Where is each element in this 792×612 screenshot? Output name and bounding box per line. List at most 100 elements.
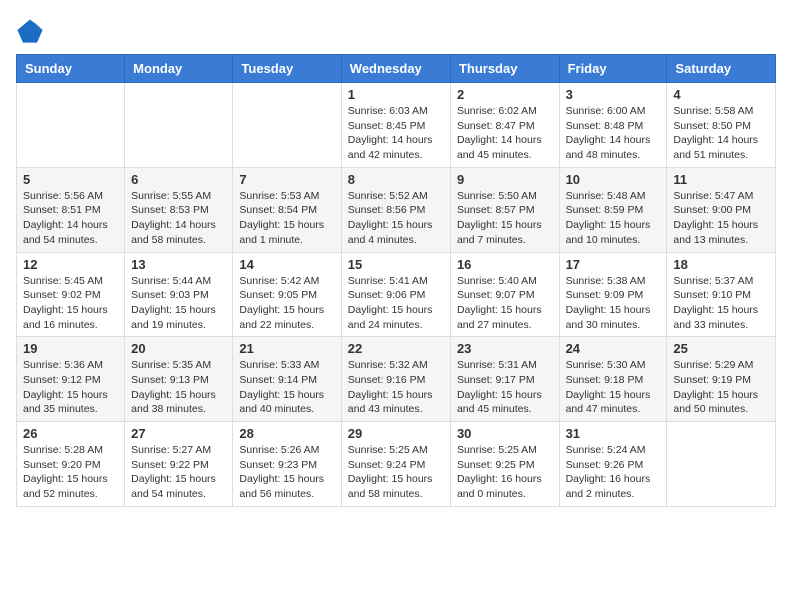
calendar-cell: 21Sunrise: 5:33 AM Sunset: 9:14 PM Dayli… bbox=[233, 337, 341, 422]
day-number: 20 bbox=[131, 341, 226, 356]
day-number: 22 bbox=[348, 341, 444, 356]
logo bbox=[16, 16, 44, 44]
calendar-cell: 2 Sunrise: 6:02 AM Sunset: 8:47 PM Daylig… bbox=[450, 83, 559, 168]
calendar-cell: 15 Sunrise: 5:41 AM Sunset: 9:06 PM Dayli… bbox=[341, 252, 450, 337]
day-number: 27 bbox=[131, 426, 226, 441]
day-number: 26 bbox=[23, 426, 118, 441]
calendar-cell: 20 Sunrise: 5:35 AM Sunset: 9:13 PM Dayli… bbox=[125, 337, 233, 422]
calendar-cell: 27Sunrise: 5:27 AM Sunset: 9:22 PM Dayli… bbox=[125, 422, 233, 507]
day-info: Sunrise: 5:38 AM Sunset: 9:09 PM Dayligh… bbox=[566, 274, 661, 333]
day-number: 14 bbox=[239, 257, 334, 272]
header bbox=[16, 16, 776, 44]
day-info: Sunrise: 5:55 AM Sunset: 8:53 PM Dayligh… bbox=[131, 189, 226, 248]
day-number: 11 bbox=[673, 172, 769, 187]
day-number: 31 bbox=[566, 426, 661, 441]
calendar-week-3: 12 Sunrise: 5:45 AM Sunset: 9:02 PM Dayli… bbox=[17, 252, 776, 337]
day-info: Sunrise: 5:37 AM Sunset: 9:10 PM Dayligh… bbox=[673, 274, 769, 333]
day-info: Sunrise: 5:44 AM Sunset: 9:03 PM Dayligh… bbox=[131, 274, 226, 333]
weekday-header-saturday: Saturday bbox=[667, 55, 776, 83]
calendar-cell: 23 Sunrise: 5:31 AM Sunset: 9:17 PM Dayli… bbox=[450, 337, 559, 422]
calendar-cell: 28 Sunrise: 5:26 AM Sunset: 9:23 PM Dayli… bbox=[233, 422, 341, 507]
weekday-header-thursday: Thursday bbox=[450, 55, 559, 83]
day-number: 23 bbox=[457, 341, 553, 356]
calendar-cell: 5Sunrise: 5:56 AM Sunset: 8:51 PM Daylig… bbox=[17, 167, 125, 252]
calendar-cell: 29Sunrise: 5:25 AM Sunset: 9:24 PM Dayli… bbox=[341, 422, 450, 507]
day-number: 13 bbox=[131, 257, 226, 272]
calendar-cell: 8 Sunrise: 5:52 AM Sunset: 8:56 PM Daylig… bbox=[341, 167, 450, 252]
calendar-cell: 30 Sunrise: 5:25 AM Sunset: 9:25 PM Dayli… bbox=[450, 422, 559, 507]
day-number: 28 bbox=[239, 426, 334, 441]
day-info: Sunrise: 5:25 AM Sunset: 9:24 PM Dayligh… bbox=[348, 443, 444, 502]
calendar-cell: 4 Sunrise: 5:58 AM Sunset: 8:50 PM Daylig… bbox=[667, 83, 776, 168]
day-number: 16 bbox=[457, 257, 553, 272]
day-info: Sunrise: 5:30 AM Sunset: 9:18 PM Dayligh… bbox=[566, 358, 661, 417]
day-info: Sunrise: 5:35 AM Sunset: 9:13 PM Dayligh… bbox=[131, 358, 226, 417]
day-number: 15 bbox=[348, 257, 444, 272]
day-number: 3 bbox=[566, 87, 661, 102]
generalblue-logo-icon bbox=[16, 16, 44, 44]
day-number: 19 bbox=[23, 341, 118, 356]
day-number: 8 bbox=[348, 172, 444, 187]
weekday-header-tuesday: Tuesday bbox=[233, 55, 341, 83]
day-info: Sunrise: 5:56 AM Sunset: 8:51 PM Dayligh… bbox=[23, 189, 118, 248]
day-number: 2 bbox=[457, 87, 553, 102]
day-info: Sunrise: 5:32 AM Sunset: 9:16 PM Dayligh… bbox=[348, 358, 444, 417]
day-info: Sunrise: 5:45 AM Sunset: 9:02 PM Dayligh… bbox=[23, 274, 118, 333]
day-info: Sunrise: 5:36 AM Sunset: 9:12 PM Dayligh… bbox=[23, 358, 118, 417]
day-number: 24 bbox=[566, 341, 661, 356]
day-info: Sunrise: 5:52 AM Sunset: 8:56 PM Dayligh… bbox=[348, 189, 444, 248]
calendar-week-1: 1Sunrise: 6:03 AM Sunset: 8:45 PM Daylig… bbox=[17, 83, 776, 168]
weekday-header-row: SundayMondayTuesdayWednesdayThursdayFrid… bbox=[17, 55, 776, 83]
calendar-cell: 13 Sunrise: 5:44 AM Sunset: 9:03 PM Dayli… bbox=[125, 252, 233, 337]
calendar-week-4: 19 Sunrise: 5:36 AM Sunset: 9:12 PM Dayli… bbox=[17, 337, 776, 422]
calendar-cell: 26 Sunrise: 5:28 AM Sunset: 9:20 PM Dayli… bbox=[17, 422, 125, 507]
calendar-cell bbox=[233, 83, 341, 168]
calendar-cell: 22 Sunrise: 5:32 AM Sunset: 9:16 PM Dayli… bbox=[341, 337, 450, 422]
calendar-cell: 11 Sunrise: 5:47 AM Sunset: 9:00 PM Dayli… bbox=[667, 167, 776, 252]
calendar-cell: 25 Sunrise: 5:29 AM Sunset: 9:19 PM Dayli… bbox=[667, 337, 776, 422]
calendar-cell: 1Sunrise: 6:03 AM Sunset: 8:45 PM Daylig… bbox=[341, 83, 450, 168]
day-info: Sunrise: 5:42 AM Sunset: 9:05 PM Dayligh… bbox=[239, 274, 334, 333]
day-info: Sunrise: 5:41 AM Sunset: 9:06 PM Dayligh… bbox=[348, 274, 444, 333]
day-info: Sunrise: 6:02 AM Sunset: 8:47 PM Dayligh… bbox=[457, 104, 553, 163]
day-info: Sunrise: 5:47 AM Sunset: 9:00 PM Dayligh… bbox=[673, 189, 769, 248]
calendar-cell: 18 Sunrise: 5:37 AM Sunset: 9:10 PM Dayli… bbox=[667, 252, 776, 337]
day-info: Sunrise: 5:48 AM Sunset: 8:59 PM Dayligh… bbox=[566, 189, 661, 248]
day-number: 12 bbox=[23, 257, 118, 272]
day-info: Sunrise: 5:50 AM Sunset: 8:57 PM Dayligh… bbox=[457, 189, 553, 248]
calendar-week-2: 5Sunrise: 5:56 AM Sunset: 8:51 PM Daylig… bbox=[17, 167, 776, 252]
calendar-cell: 12 Sunrise: 5:45 AM Sunset: 9:02 PM Dayli… bbox=[17, 252, 125, 337]
day-info: Sunrise: 6:03 AM Sunset: 8:45 PM Dayligh… bbox=[348, 104, 444, 163]
calendar-cell: 24 Sunrise: 5:30 AM Sunset: 9:18 PM Dayli… bbox=[559, 337, 667, 422]
day-number: 30 bbox=[457, 426, 553, 441]
calendar-cell: 9Sunrise: 5:50 AM Sunset: 8:57 PM Daylig… bbox=[450, 167, 559, 252]
day-info: Sunrise: 6:00 AM Sunset: 8:48 PM Dayligh… bbox=[566, 104, 661, 163]
day-info: Sunrise: 5:29 AM Sunset: 9:19 PM Dayligh… bbox=[673, 358, 769, 417]
calendar-cell bbox=[667, 422, 776, 507]
calendar-cell: 31Sunrise: 5:24 AM Sunset: 9:26 PM Dayli… bbox=[559, 422, 667, 507]
weekday-header-wednesday: Wednesday bbox=[341, 55, 450, 83]
day-info: Sunrise: 5:58 AM Sunset: 8:50 PM Dayligh… bbox=[673, 104, 769, 163]
day-info: Sunrise: 5:40 AM Sunset: 9:07 PM Dayligh… bbox=[457, 274, 553, 333]
day-info: Sunrise: 5:26 AM Sunset: 9:23 PM Dayligh… bbox=[239, 443, 334, 502]
day-number: 4 bbox=[673, 87, 769, 102]
weekday-header-monday: Monday bbox=[125, 55, 233, 83]
day-info: Sunrise: 5:53 AM Sunset: 8:54 PM Dayligh… bbox=[239, 189, 334, 248]
calendar-week-5: 26 Sunrise: 5:28 AM Sunset: 9:20 PM Dayli… bbox=[17, 422, 776, 507]
day-number: 6 bbox=[131, 172, 226, 187]
calendar-cell: 10Sunrise: 5:48 AM Sunset: 8:59 PM Dayli… bbox=[559, 167, 667, 252]
day-info: Sunrise: 5:28 AM Sunset: 9:20 PM Dayligh… bbox=[23, 443, 118, 502]
calendar-cell: 17 Sunrise: 5:38 AM Sunset: 9:09 PM Dayli… bbox=[559, 252, 667, 337]
calendar-cell: 14 Sunrise: 5:42 AM Sunset: 9:05 PM Dayli… bbox=[233, 252, 341, 337]
day-number: 17 bbox=[566, 257, 661, 272]
day-number: 18 bbox=[673, 257, 769, 272]
day-number: 21 bbox=[239, 341, 334, 356]
day-number: 7 bbox=[239, 172, 334, 187]
day-info: Sunrise: 5:31 AM Sunset: 9:17 PM Dayligh… bbox=[457, 358, 553, 417]
calendar-cell: 6 Sunrise: 5:55 AM Sunset: 8:53 PM Daylig… bbox=[125, 167, 233, 252]
day-number: 25 bbox=[673, 341, 769, 356]
calendar-cell bbox=[125, 83, 233, 168]
day-info: Sunrise: 5:25 AM Sunset: 9:25 PM Dayligh… bbox=[457, 443, 553, 502]
calendar-cell: 19 Sunrise: 5:36 AM Sunset: 9:12 PM Dayli… bbox=[17, 337, 125, 422]
calendar-cell: 3 Sunrise: 6:00 AM Sunset: 8:48 PM Daylig… bbox=[559, 83, 667, 168]
